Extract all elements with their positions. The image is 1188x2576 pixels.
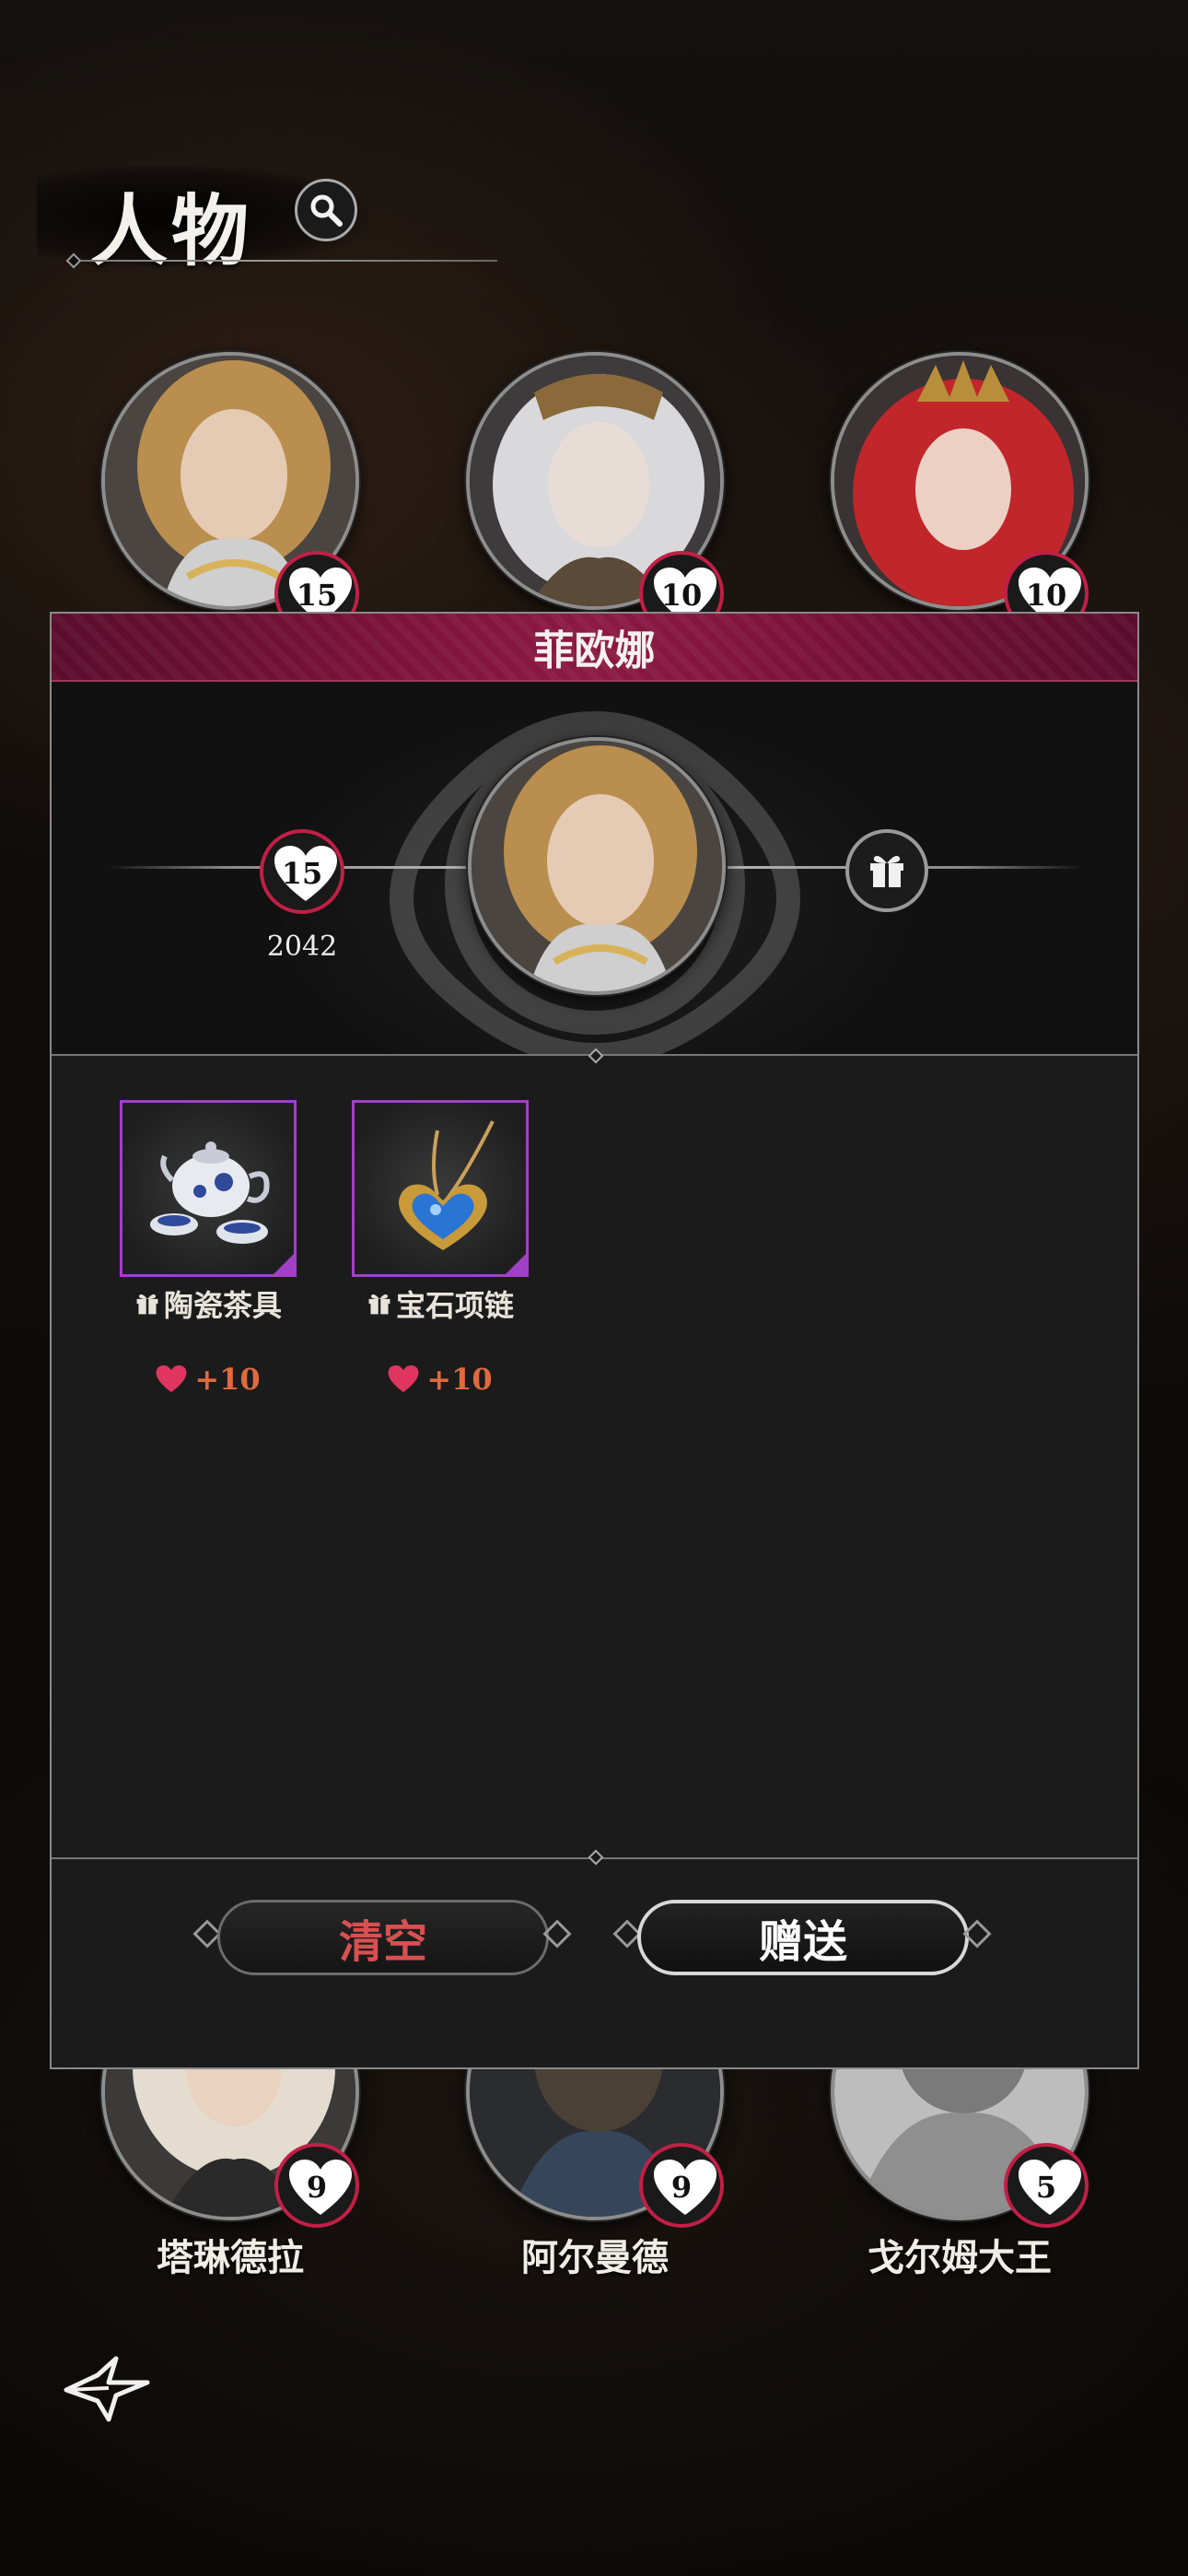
character-affinity-section: 15 2042 (52, 682, 1137, 1056)
modal-actions: 清空 赠送 (52, 1849, 1137, 2069)
send-button[interactable]: 赠送 (637, 1900, 969, 1975)
character-name: 阿尔曼德 (521, 2236, 669, 2279)
affinity-badge: 9 (639, 2143, 724, 2228)
item-affinity-bonus: +10 (120, 1362, 297, 1397)
affinity-badge: 9 (274, 2143, 359, 2228)
blonde-knight-portrait (472, 741, 722, 991)
gift-icon (136, 1294, 158, 1315)
item-slot[interactable] (120, 1100, 297, 1277)
teapot-icon (150, 1142, 270, 1244)
page-header: 人物 (37, 157, 497, 276)
gift-button[interactable] (845, 829, 928, 912)
separator-diamond-icon (588, 1849, 604, 1866)
modal-title: 菲欧娜 (533, 627, 656, 674)
gift-item[interactable]: 陶瓷茶具 +10 (120, 1100, 304, 1397)
heart-icon (156, 1365, 187, 1393)
heart-icon (388, 1365, 419, 1393)
item-name: 陶瓷茶具 (120, 1282, 297, 1325)
item-name: 宝石项链 (352, 1282, 529, 1325)
gift-icon (870, 856, 903, 887)
affinity-level-badge: 15 (260, 829, 344, 914)
modal-title-bar: 菲欧娜 (52, 614, 1137, 682)
gift-icon (368, 1294, 390, 1315)
character-name: 戈尔姆大王 (868, 2236, 1052, 2279)
back-button[interactable] (61, 2355, 153, 2423)
item-slot[interactable] (352, 1100, 529, 1277)
necklace-icon (399, 1120, 495, 1250)
page-title: 人物 (90, 185, 253, 276)
affinity-points: 2042 (266, 931, 338, 963)
item-affinity-bonus: +10 (352, 1362, 529, 1397)
header-divider (74, 260, 497, 262)
affinity-badge: 5 (1004, 2143, 1089, 2228)
character-name: 塔琳德拉 (157, 2236, 304, 2279)
gift-item[interactable]: 宝石项链 +10 (352, 1100, 536, 1397)
clear-button[interactable]: 清空 (217, 1900, 549, 1975)
search-button[interactable] (295, 179, 357, 241)
back-arrow-icon (64, 2356, 150, 2422)
search-icon (310, 194, 343, 227)
selected-character-portrait (468, 737, 726, 995)
gift-modal: 菲欧娜 15 2042 陶瓷茶具 +10 宝石项链 +10 清空 赠送 (50, 612, 1139, 2069)
